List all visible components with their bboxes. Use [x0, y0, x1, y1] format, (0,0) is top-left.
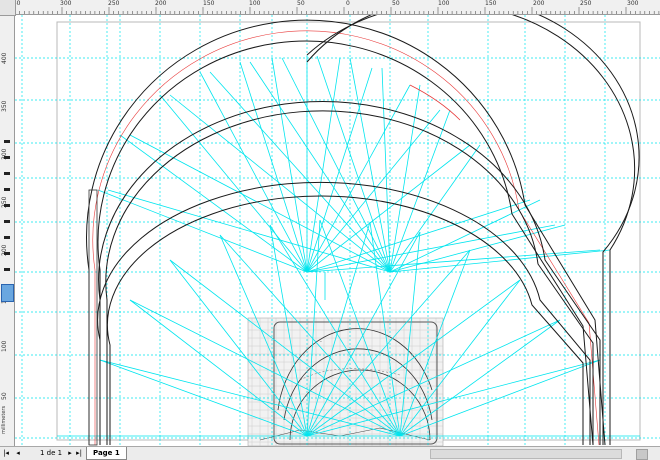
construction-ray: [169, 94, 391, 273]
units-label: millimeters: [1, 405, 7, 434]
construction-ray: [281, 57, 391, 273]
horizontal-scrollbar[interactable]: [430, 449, 622, 459]
page-indicator: 1 de 1: [40, 449, 63, 457]
construction-ray: [349, 57, 391, 273]
drawing-svg: ·: [15, 0, 660, 447]
construction-ray: [306, 144, 471, 273]
tool-marker[interactable]: [4, 156, 10, 159]
tool-marker[interactable]: [4, 172, 10, 175]
construction-ray: [239, 61, 308, 273]
construction-ray: [119, 134, 308, 273]
side-toolstrip: [0, 132, 14, 332]
construction-ray: [389, 249, 611, 273]
drawing-canvas[interactable]: ·: [15, 0, 660, 447]
ruler-label: 350: [1, 100, 8, 112]
construction-ray: [381, 67, 391, 273]
construction-ray: [249, 61, 391, 273]
first-page-button[interactable]: |◂: [2, 449, 10, 458]
resize-grip-icon[interactable]: [636, 449, 648, 460]
page-tab[interactable]: Page 1: [86, 447, 127, 460]
tool-marker[interactable]: [4, 220, 10, 223]
previous-page-button[interactable]: ◂: [14, 449, 22, 458]
last-page-button[interactable]: ▸|: [75, 449, 83, 458]
status-bar: |◂ ◂ 1 de 1 ▸ ▸| Page 1 ◂: [0, 446, 660, 460]
construction-ray: [97, 189, 308, 273]
next-page-button[interactable]: ▸: [66, 449, 74, 458]
tool-marker[interactable]: [4, 252, 10, 255]
tool-marker[interactable]: [4, 268, 10, 271]
vertical-ruler[interactable]: 400 350 300 250 200 150 100 50 millimete…: [0, 14, 15, 446]
ruler-label: 400: [1, 52, 8, 64]
horizontal-ruler[interactable]: 350 300 250 200 150 100 50 0 50 100 150 …: [0, 0, 660, 15]
ruler-label: 100: [1, 340, 8, 352]
tool-marker[interactable]: [4, 140, 10, 143]
construction-ray: [159, 94, 308, 273]
construction-ray: [389, 144, 481, 273]
scan-mark: ·: [320, 339, 322, 346]
tool-marker[interactable]: [4, 204, 10, 207]
ruler-ticks: [14, 7, 660, 14]
drawing-app-window: 350 300 250 200 150 100 50 0 50 100 150 …: [0, 0, 660, 460]
ruler-label: 50: [1, 392, 8, 400]
construction-ray: [306, 57, 341, 273]
active-tool-indicator[interactable]: [1, 284, 14, 302]
tool-marker[interactable]: [4, 188, 10, 191]
tool-marker[interactable]: [4, 236, 10, 239]
ruler-corner-origin[interactable]: [0, 0, 16, 16]
reference-scan-image[interactable]: ·: [247, 317, 444, 447]
